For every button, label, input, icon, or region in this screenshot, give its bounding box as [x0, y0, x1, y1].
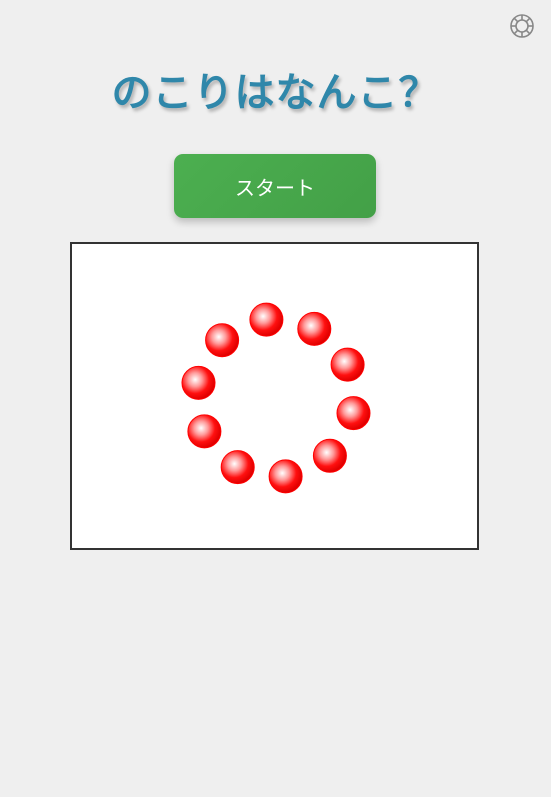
ball — [268, 459, 303, 494]
ball — [249, 302, 284, 337]
ball — [205, 323, 240, 358]
game-screen: のこりはなんこ？ スタート — [0, 0, 551, 797]
balls-canvas — [181, 302, 371, 494]
settings-button[interactable] — [509, 13, 535, 39]
gear-icon — [510, 14, 534, 38]
start-button[interactable]: スタート — [174, 154, 376, 218]
ball — [297, 311, 332, 346]
ball — [336, 396, 371, 431]
page-title: のこりはなんこ？ — [111, 70, 440, 116]
ball — [220, 450, 255, 485]
ball — [187, 414, 222, 449]
ball — [312, 438, 347, 473]
game-board — [70, 242, 479, 550]
ball — [330, 347, 365, 382]
ball — [181, 365, 216, 400]
